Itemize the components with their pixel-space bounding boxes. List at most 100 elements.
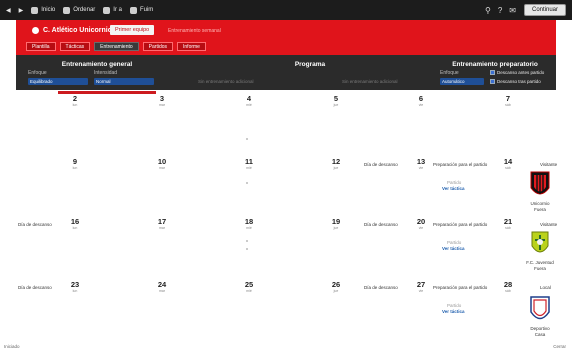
opponent-venue: Fuera: [534, 266, 546, 271]
app-window: ◀ ▶ Inicio Ordenar Ir a Fuim ⚲ ? ✉ Conti…: [0, 0, 572, 351]
goto-icon: [103, 6, 111, 14]
day-cell[interactable]: 9 lun: [67, 158, 83, 171]
club-badge-icon: [32, 27, 39, 34]
subtab-entrenamiento[interactable]: Entrenamiento: [94, 42, 139, 51]
sort-icon: [63, 6, 71, 14]
subtab-tacticas[interactable]: Tácticas: [59, 42, 91, 51]
opponent-crest-icon[interactable]: [530, 230, 550, 258]
view-tactic-link[interactable]: Ver táctica: [442, 309, 465, 314]
day-cell[interactable]: 17 mar: [154, 218, 170, 231]
intensity-label: Intensidad: [94, 70, 118, 76]
menu-item-inicio[interactable]: Inicio: [31, 6, 55, 14]
opponent-venue: Fuera: [534, 207, 546, 212]
training-calendar: 2 lun 3 mar 4 mié 5 jue 6 vie 7 sáb 9 lun 10 mar…: [0, 90, 572, 345]
mail-icon[interactable]: ✉: [509, 6, 516, 15]
help-icon[interactable]: ?: [498, 6, 502, 15]
day-cell[interactable]: 21 sáb: [500, 218, 516, 231]
continue-button[interactable]: Continuar: [523, 4, 566, 16]
subtab-bar: Plantilla Tácticas Entrenamiento Partido…: [26, 42, 210, 51]
day-cell[interactable]: 20 vie: [413, 218, 429, 231]
day-cell[interactable]: 19 jue: [328, 218, 344, 231]
day-cell[interactable]: 11 mié: [241, 158, 257, 171]
day-cell[interactable]: 13 vie: [413, 158, 429, 171]
day-cell[interactable]: 26 jue: [328, 281, 344, 294]
home-label: Local: [540, 285, 551, 290]
rest-day-event: Día de descanso: [18, 285, 52, 290]
rest-day-event: Día de descanso: [18, 222, 52, 227]
menu-item-ordenar[interactable]: Ordenar: [63, 6, 95, 14]
back-button[interactable]: ◀: [6, 7, 11, 14]
menu-item-extra[interactable]: Fuim: [129, 6, 153, 14]
page-subtitle: Entrenamiento semanal: [168, 28, 221, 34]
day-cell[interactable]: 28 sáb: [500, 281, 516, 294]
program-panel: Programa Sin entrenamiento adicional Sin…: [192, 55, 428, 90]
match-prep-focus-label: Enfoque: [440, 70, 459, 76]
away-label: Visitante: [540, 222, 558, 227]
day-cell[interactable]: 6 vie: [413, 95, 429, 108]
rest-after-checkbox[interactable]: Descanso tras partido: [490, 79, 541, 84]
rest-day-event: Día de descanso: [364, 162, 398, 167]
match-prep-event: Preparación para el partido: [433, 162, 488, 167]
friendly-label: Partido: [447, 240, 462, 245]
friendly-label: Partido: [447, 303, 462, 308]
program-hint-right: Sin entrenamiento adicional: [342, 79, 398, 84]
training-settings-strip: Entrenamiento general Enfoque Intensidad…: [16, 55, 556, 90]
subtab-partidos[interactable]: Partidos: [142, 42, 174, 51]
focus-select[interactable]: Equilibrado: [28, 78, 88, 85]
globe-icon: [129, 6, 137, 14]
match-prep-select[interactable]: Automático: [440, 78, 484, 85]
tab-primer-equipo[interactable]: Primer equipo: [110, 25, 155, 35]
opponent-name: F.C. Juventud: [526, 260, 554, 265]
general-training-panel: Entrenamiento general Enfoque Intensidad…: [22, 55, 172, 90]
opponent-name: Deportivo: [530, 326, 550, 331]
match-prep-title: Entrenamiento preparatorio: [452, 61, 538, 68]
day-cell[interactable]: 23 lun: [67, 281, 83, 294]
calendar-marker: [246, 138, 248, 140]
day-cell[interactable]: 7 sáb: [500, 95, 516, 108]
program-title: Programa: [294, 61, 326, 68]
view-tactic-link[interactable]: Ver táctica: [442, 186, 465, 191]
match-prep-panel: Entrenamiento preparatorio Enfoque Autom…: [436, 55, 554, 90]
match-prep-event: Preparación para el partido: [433, 222, 488, 227]
away-label: Visitante: [540, 162, 558, 167]
day-cell[interactable]: 3 mar: [154, 95, 170, 108]
day-cell[interactable]: 24 mar: [154, 281, 170, 294]
menu-item-ir-a[interactable]: Ir a: [103, 6, 122, 14]
rest-day-event: Día de descanso: [364, 285, 398, 290]
day-cell[interactable]: 14 sáb: [500, 158, 516, 171]
friendly-label: Partido: [447, 180, 462, 185]
day-cell[interactable]: 4 mié: [241, 95, 257, 108]
day-cell[interactable]: 25 mié: [241, 281, 257, 294]
day-cell[interactable]: 16 lun: [67, 218, 83, 231]
day-cell[interactable]: 10 mar: [154, 158, 170, 171]
top-menubar: ◀ ▶ Inicio Ordenar Ir a Fuim ⚲ ? ✉ Conti…: [0, 0, 572, 20]
close-button[interactable]: Cerrar: [553, 344, 566, 349]
calendar-marker: [246, 240, 248, 242]
calendar-marker: [246, 182, 248, 184]
forward-button[interactable]: ▶: [19, 7, 24, 14]
day-cell[interactable]: 5 jue: [328, 95, 344, 108]
opponent-name: Unicornio: [530, 201, 550, 206]
page-title: C. Atlético Unicornio: [32, 27, 112, 34]
intensity-select[interactable]: Normal: [94, 78, 154, 85]
opponent-crest-icon[interactable]: [529, 295, 551, 325]
match-prep-event: Preparación para el partido: [433, 285, 488, 290]
search-icon[interactable]: ⚲: [485, 6, 491, 15]
club-header: C. Atlético Unicornio Primer equipo Entr…: [16, 20, 556, 55]
day-cell[interactable]: 2 lun: [67, 95, 83, 108]
status-left: Iniciado: [4, 344, 20, 349]
view-tactic-link[interactable]: Ver táctica: [442, 246, 465, 251]
opponent-venue: Casa: [534, 332, 546, 337]
day-cell[interactable]: 12 jue: [328, 158, 344, 171]
rest-day-event: Día de descanso: [364, 222, 398, 227]
focus-label: Enfoque: [28, 70, 47, 76]
program-hint-left: Sin entrenamiento adicional: [198, 79, 254, 84]
day-cell[interactable]: 27 vie: [413, 281, 429, 294]
status-bar: Iniciado Cerrar: [0, 344, 572, 351]
subtab-plantilla[interactable]: Plantilla: [26, 42, 56, 51]
day-cell[interactable]: 18 mié: [241, 218, 257, 231]
rest-before-checkbox[interactable]: Descanso antes partido: [490, 70, 544, 75]
opponent-crest-icon[interactable]: [529, 170, 551, 200]
calendar-marker: [246, 248, 248, 250]
subtab-informe[interactable]: Informe: [177, 42, 206, 51]
